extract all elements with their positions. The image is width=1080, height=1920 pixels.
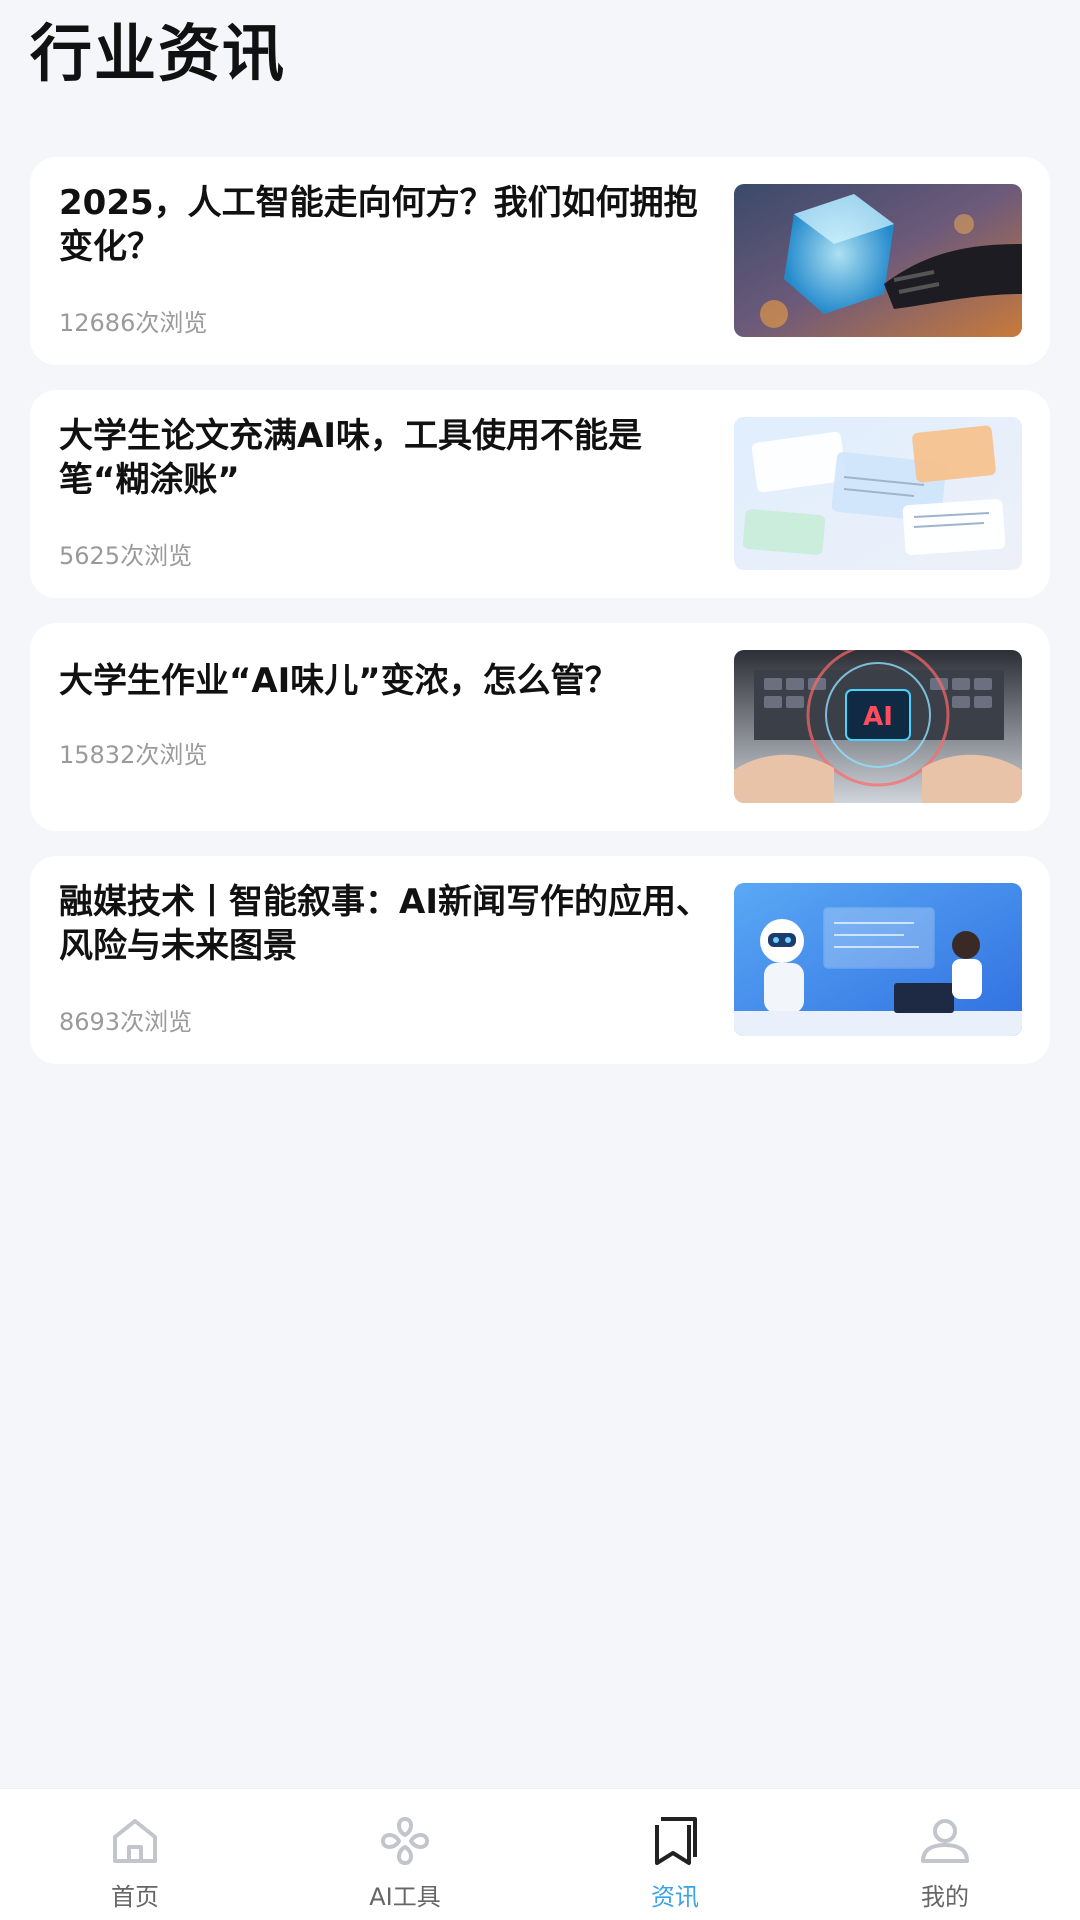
tab-news[interactable]: 资讯 <box>540 1789 810 1920</box>
article-title: 大学生论文充满AI味，工具使用不能是笔“糊涂账” <box>59 416 642 500</box>
article-view-count: 15832次浏览 <box>59 741 208 769</box>
article-card[interactable]: 2025，人工智能走向何方？我们如何拥抱变化？ 12686次浏览 <box>30 157 1050 365</box>
tab-ai-tools[interactable]: AI工具 <box>270 1789 540 1920</box>
article-view-count: 12686次浏览 <box>59 309 208 337</box>
robot-and-woman-laptop-image <box>734 883 1022 1036</box>
tab-label: 我的 <box>921 1883 969 1911</box>
article-card[interactable]: 大学生论文充满AI味，工具使用不能是笔“糊涂账” 5625次浏览 <box>30 390 1050 598</box>
floating-documents-image <box>734 417 1022 570</box>
ai-keyboard-hands-image: AI <box>734 650 1022 803</box>
page-title: 行业资讯 <box>30 17 287 90</box>
ai-cube-robot-hand-image <box>734 184 1022 337</box>
news-page: 行业资讯 2025，人工智能走向何方？我们如何拥抱变化？ 12686次浏览 大学… <box>0 0 1080 1920</box>
article-title: 2025，人工智能走向何方？我们如何拥抱变化？ <box>59 183 698 267</box>
tab-label: AI工具 <box>369 1883 441 1911</box>
article-thumbnail <box>734 417 1022 570</box>
article-view-count: 8693次浏览 <box>59 1008 193 1036</box>
profile-icon <box>915 1811 975 1871</box>
bottom-tab-bar: 首页 AI工具 资讯 我的 <box>0 1788 1080 1920</box>
article-title: 融媒技术丨智能叙事：AI新闻写作的应用、风险与未来图景 <box>59 882 710 966</box>
article-thumbnail <box>734 184 1022 337</box>
tab-profile[interactable]: 我的 <box>810 1789 1080 1920</box>
tab-home[interactable]: 首页 <box>0 1789 270 1920</box>
article-thumbnail <box>734 883 1022 1036</box>
article-card[interactable]: 融媒技术丨智能叙事：AI新闻写作的应用、风险与未来图景 8693次浏览 <box>30 856 1050 1064</box>
tab-label: 资讯 <box>651 1883 699 1911</box>
home-icon <box>105 1811 165 1871</box>
ai-tools-icon <box>375 1811 435 1871</box>
article-title: 大学生作业“AI味儿”变浓，怎么管？ <box>59 661 619 701</box>
svg-text:AI: AI <box>863 702 893 732</box>
article-view-count: 5625次浏览 <box>59 542 193 570</box>
article-thumbnail: AI <box>734 650 1022 803</box>
tab-label: 首页 <box>111 1883 159 1911</box>
article-card[interactable]: 大学生作业“AI味儿”变浓，怎么管？ 15832次浏览 AI <box>30 623 1050 831</box>
news-bookmark-icon <box>645 1811 705 1871</box>
